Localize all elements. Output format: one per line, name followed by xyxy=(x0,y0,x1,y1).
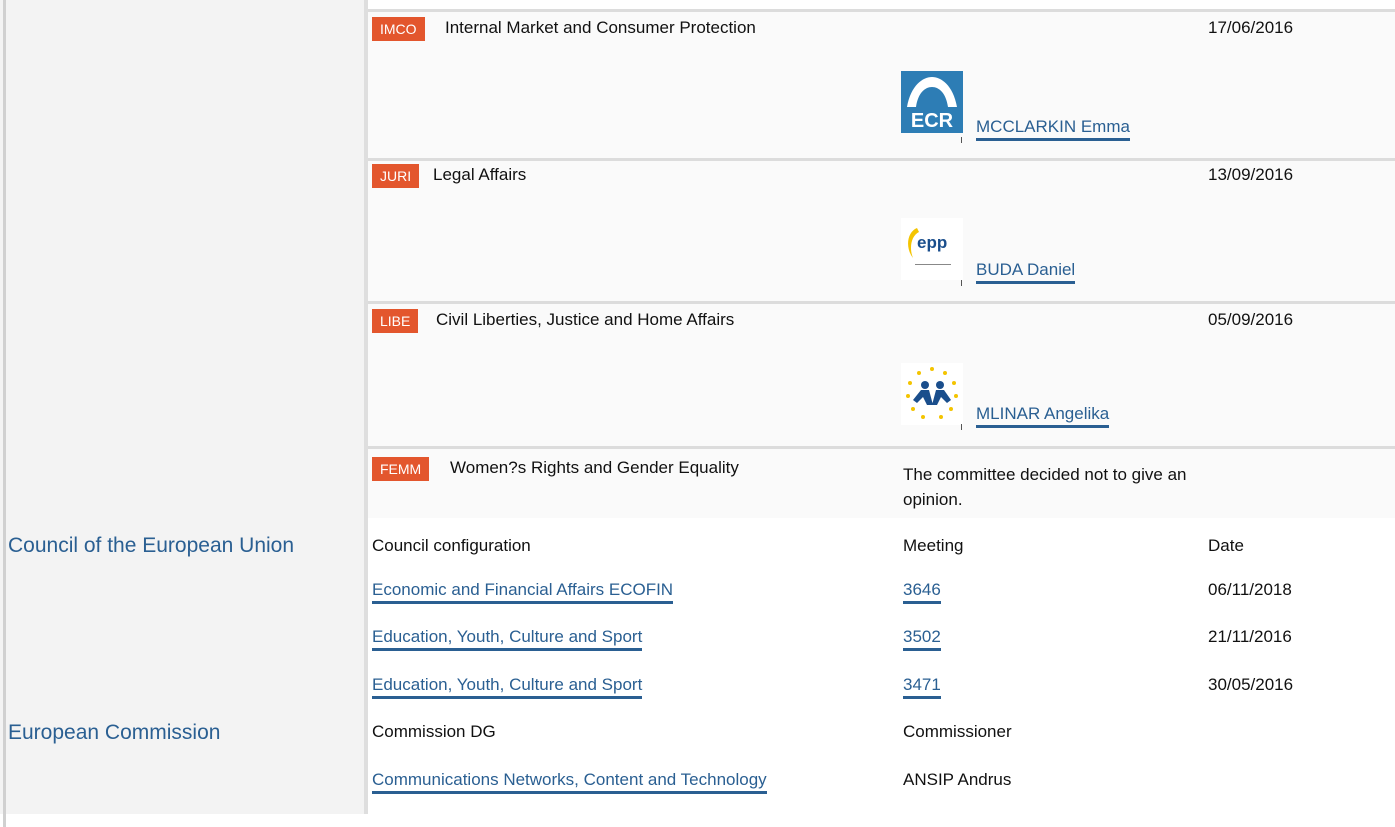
council-config-link[interactable]: Education, Youth, Culture and Sport xyxy=(372,675,643,699)
commissioner-header: Commissioner xyxy=(903,722,1012,741)
left-border xyxy=(3,0,6,827)
meeting-link[interactable]: 3471 xyxy=(903,675,941,699)
commission-dg-header: Commission DG xyxy=(372,722,496,741)
epp-logo-icon: epp xyxy=(901,218,963,280)
committee-badge: LIBE xyxy=(372,309,419,333)
ecr-logo-text: ECR xyxy=(911,110,954,132)
logo-tick xyxy=(961,424,962,430)
row-divider xyxy=(368,158,1395,161)
committee-name: Women?s Rights and Gender Equality xyxy=(450,458,739,477)
alde-logo-icon xyxy=(901,363,963,425)
logo-tick xyxy=(961,137,962,143)
meeting-link[interactable]: 3646 xyxy=(903,580,941,604)
council-config-link[interactable]: Education, Youth, Culture and Sport xyxy=(372,627,643,651)
committee-badge: JURI xyxy=(372,164,420,188)
commission-dg-link[interactable]: Communications Networks, Content and Tec… xyxy=(372,770,767,794)
meeting-date: 21/11/2016 xyxy=(1208,627,1292,646)
rapporteur-link[interactable]: BUDA Daniel xyxy=(976,260,1076,284)
left-panel xyxy=(0,0,367,814)
row-divider xyxy=(368,446,1395,449)
logo-tick xyxy=(961,280,962,286)
committee-name: Legal Affairs xyxy=(433,165,527,184)
row-divider xyxy=(368,9,1395,12)
meeting-link[interactable]: 3502 xyxy=(903,627,941,651)
commission-section-title: European Commission xyxy=(8,721,221,744)
committee-badge: FEMM xyxy=(372,457,430,481)
committee-name: Civil Liberties, Justice and Home Affair… xyxy=(436,310,735,329)
committee-date: 17/06/2016 xyxy=(1208,18,1294,37)
rapporteur-link[interactable]: MLINAR Angelika xyxy=(976,404,1110,428)
council-date-header: Date xyxy=(1208,536,1244,555)
committee-date: 05/09/2016 xyxy=(1208,310,1294,329)
commissioner-name: ANSIP Andrus xyxy=(903,770,1012,789)
council-section-title: Council of the European Union xyxy=(8,534,295,557)
epp-logo-text: epp xyxy=(917,233,947,252)
committee-date: 13/09/2016 xyxy=(1208,165,1294,184)
row-divider xyxy=(368,301,1395,304)
meeting-date: 06/11/2018 xyxy=(1208,580,1292,599)
committee-name: Internal Market and Consumer Protection xyxy=(445,18,756,37)
council-meeting-header: Meeting xyxy=(903,536,964,555)
committee-opinions-area xyxy=(368,9,1395,518)
council-config-link[interactable]: Economic and Financial Affairs ECOFIN xyxy=(372,580,674,604)
council-config-header: Council configuration xyxy=(372,536,531,555)
rapporteur-link[interactable]: MCCLARKIN Emma xyxy=(976,117,1130,141)
committee-badge: IMCO xyxy=(372,17,425,41)
meeting-date: 30/05/2016 xyxy=(1208,675,1294,694)
committee-note: The committee decided not to give an opi… xyxy=(903,465,1187,509)
ecr-logo-icon: ECR xyxy=(901,71,963,133)
